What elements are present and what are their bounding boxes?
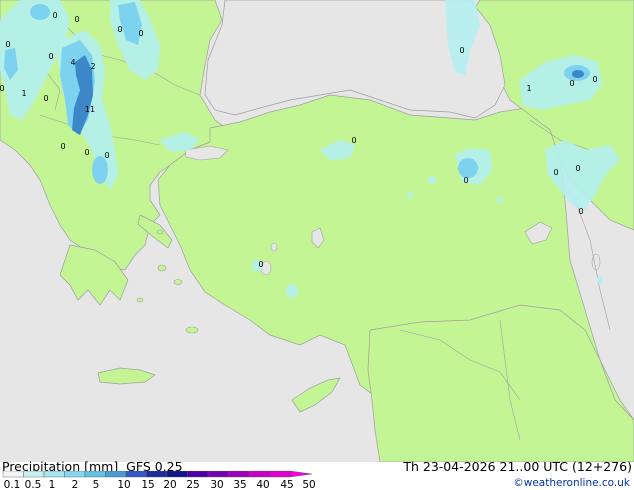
- precip-value-label: 0: [52, 11, 57, 20]
- legend-color-cell: [146, 471, 168, 478]
- precip-value-label: 0: [592, 75, 597, 84]
- precip-value-label: 2: [90, 62, 95, 71]
- legend-color-cell: [84, 471, 106, 478]
- precip-value-label: 0: [138, 29, 143, 38]
- precip-value-label: 1: [526, 84, 531, 93]
- precip-value-label: 0: [351, 136, 356, 145]
- precip-value-label: 0: [463, 176, 468, 185]
- legend-color-cell: [187, 471, 209, 478]
- precip-value-label: 0: [459, 46, 464, 55]
- legend-color-cell: [248, 471, 270, 478]
- legend-color-cell: [23, 471, 45, 478]
- legend-color-cell: [207, 471, 229, 478]
- precip-value-label: 0: [43, 94, 48, 103]
- legend-label: 30: [210, 479, 223, 490]
- legend-labels: 0.1 0.5 1 2 5 10 15 20 25 30 35 40 45 50: [4, 479, 316, 490]
- color-legend: 0.1 0.5 1 2 5 10 15 20 25 30 35 40 45 50: [2, 471, 316, 490]
- legend-color-cell: [105, 471, 127, 478]
- precip-value-label: 0: [48, 52, 53, 61]
- legend-cells: [2, 471, 313, 478]
- legend-label: 25: [186, 479, 199, 490]
- legend-color-cell: [125, 471, 147, 478]
- legend-label: 40: [256, 479, 269, 490]
- precip-value-label: 0: [575, 164, 580, 173]
- legend-label: 1: [49, 479, 56, 490]
- precip-value-label: 4: [70, 58, 75, 67]
- legend-label: 0.5: [25, 479, 42, 490]
- precip-value-label: 0: [0, 84, 5, 93]
- valid-time: Th 23-04-2026 21..00 UTC (12+276): [403, 459, 632, 474]
- legend-label: 2: [72, 479, 79, 490]
- legend-label: 45: [280, 479, 293, 490]
- precipitation-map[interactable]: 0 0 0 0 0 4 2 0 1 0 11 0 0 0 0 0 0 1 0 0 0 0 0 0 0: [0, 0, 634, 462]
- precip-value-label: 0: [104, 151, 109, 160]
- precip-value-label: 0: [569, 79, 574, 88]
- precip-value-label: 0: [258, 260, 263, 269]
- site-credit[interactable]: ©weatheronline.co.uk: [513, 477, 630, 489]
- map-viewer: 0 0 0 0 0 4 2 0 1 0 11 0 0 0 0 0 0 1 0 0 0 0 0 0 0 Precipitation…: [0, 0, 634, 490]
- legend-label: 10: [117, 479, 130, 490]
- precip-value-label: 0: [578, 207, 583, 216]
- legend-label: 15: [141, 479, 154, 490]
- precip-value-label: 0: [74, 15, 79, 24]
- legend-color-cell: [166, 471, 188, 478]
- legend-color-cell: [64, 471, 86, 478]
- legend-label: 0.1: [4, 479, 21, 490]
- legend-color-cell: [2, 471, 24, 478]
- legend-label: 35: [233, 479, 246, 490]
- legend-arrow-cell: [289, 471, 313, 478]
- precip-value-label: 0: [117, 25, 122, 34]
- legend-color-cell: [228, 471, 250, 478]
- precip-value-label: 0: [5, 40, 10, 49]
- precip-value-label: 0: [553, 168, 558, 177]
- precip-value-label: 0: [60, 142, 65, 151]
- legend-color-cell: [269, 471, 291, 478]
- legend-label: 20: [163, 479, 176, 490]
- precip-value-label: 0: [84, 148, 89, 157]
- legend-color-cell: [43, 471, 65, 478]
- legend-label: 50: [302, 479, 315, 490]
- legend-label: 5: [93, 479, 100, 490]
- precip-value-label: 11: [85, 105, 95, 114]
- precip-value-label: 1: [21, 89, 26, 98]
